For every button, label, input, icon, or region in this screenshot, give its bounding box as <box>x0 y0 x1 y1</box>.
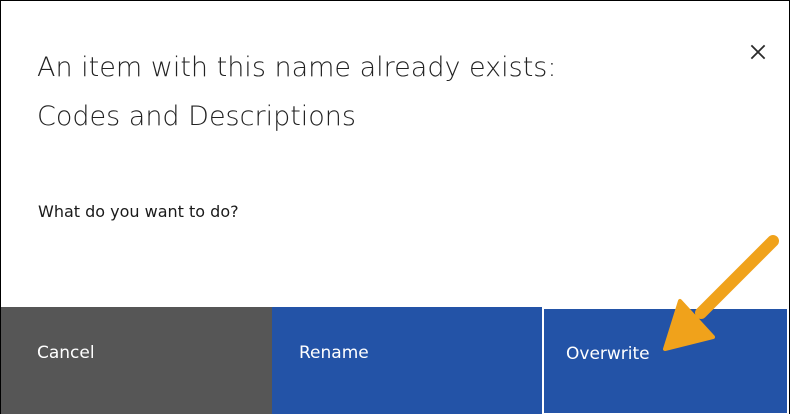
dialog-footer: Cancel Rename Overwrite <box>1 307 789 414</box>
dialog-message: What do you want to do? <box>38 202 239 221</box>
duplicate-item-dialog: An item with this name already exists: C… <box>0 0 790 414</box>
rename-button-label: Rename <box>299 343 369 363</box>
overwrite-button[interactable]: Overwrite <box>542 307 789 414</box>
dialog-title-line-1: An item with this name already exists: <box>37 52 557 83</box>
dialog-title-line-2: Codes and Descriptions <box>37 101 356 132</box>
close-button[interactable] <box>741 35 775 69</box>
cancel-button[interactable]: Cancel <box>1 307 272 414</box>
overwrite-button-label: Overwrite <box>566 344 650 364</box>
close-icon <box>750 44 766 60</box>
dialog-title: An item with this name already exists: C… <box>37 43 677 141</box>
cancel-button-label: Cancel <box>37 343 95 363</box>
rename-button[interactable]: Rename <box>272 307 542 414</box>
